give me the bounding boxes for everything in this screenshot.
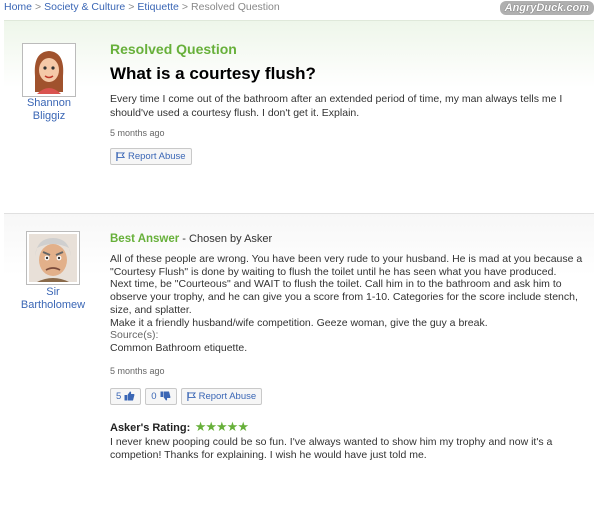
- report-abuse-button[interactable]: Report Abuse: [110, 148, 192, 165]
- breadcrumb-etiquette[interactable]: Etiquette: [137, 1, 178, 13]
- rating-comment: I never knew pooping could be so fun. I'…: [110, 435, 553, 461]
- question-timestamp: 5 months ago: [110, 128, 165, 138]
- flag-icon: [116, 152, 125, 161]
- rating-label: Asker's Rating:: [110, 421, 191, 434]
- question-title: What is a courtesy flush?: [110, 64, 316, 83]
- best-answer-label: Best Answer: [110, 233, 180, 245]
- report-abuse-label: Report Abuse: [128, 151, 186, 162]
- asker-rating: Asker's Rating: ★★★★★: [110, 418, 584, 436]
- thumbs-up-count: 5: [116, 390, 122, 402]
- answer-actions: 5 0 Report Abuse: [110, 387, 584, 405]
- breadcrumb-separator: >: [181, 1, 189, 13]
- asker-last-name[interactable]: Bliggiz: [14, 110, 84, 123]
- answer-content: Best Answer - Chosen by Asker All of the…: [110, 233, 584, 462]
- breadcrumb: Home > Society & Culture > Etiquette > Resolve…: [4, 1, 280, 13]
- report-abuse-label: Report Abuse: [198, 390, 257, 402]
- sources-label: Source(s):: [110, 329, 159, 342]
- asker-first-name[interactable]: Shannon: [14, 97, 84, 110]
- answer-panel: Sir Bartholomew Best Answer - Chosen by …: [4, 213, 594, 521]
- rating-stars: ★★★★★: [194, 418, 249, 434]
- old-man-avatar-icon: [29, 234, 77, 282]
- flag-icon: [186, 391, 196, 401]
- breadcrumb-home[interactable]: Home: [4, 1, 32, 13]
- breadcrumb-separator: >: [35, 1, 42, 13]
- question-body: Every time I come out of the bathroom af…: [110, 93, 563, 119]
- asker-name[interactable]: Shannon Bliggiz: [14, 97, 84, 123]
- thumbs-down-icon: [160, 391, 171, 401]
- answer-timestamp: 5 months ago: [110, 365, 165, 376]
- asker-avatar[interactable]: [22, 43, 76, 97]
- answer-body: All of these people are wrong. You have …: [110, 253, 584, 355]
- best-answer-header: Best Answer - Chosen by Asker: [110, 233, 584, 245]
- answer-paragraph: All of these people are wrong. You have …: [110, 253, 583, 278]
- breadcrumb-separator: >: [128, 1, 135, 13]
- question-panel: Shannon Bliggiz Resolved Question What i…: [4, 20, 594, 211]
- source-text: Common Bathroom etiquette.: [110, 341, 248, 354]
- breadcrumb-current: Resolved Question: [191, 1, 280, 13]
- answer-paragraph: Next time, be "Courteous" and WAIT to fl…: [110, 278, 578, 316]
- thumbs-down-count: 0: [151, 390, 157, 402]
- answerer-last-name[interactable]: Bartholomew: [18, 299, 88, 312]
- answer-paragraph: Make it a friendly husband/wife competit…: [110, 316, 488, 329]
- resolved-status: Resolved Question: [110, 41, 237, 57]
- breadcrumb-society-culture[interactable]: Society & Culture: [44, 1, 125, 13]
- watermark-logo: AngryDuck.com: [499, 1, 594, 15]
- thumbs-up-icon: [124, 391, 135, 401]
- answerer-name[interactable]: Sir Bartholomew: [18, 286, 88, 312]
- report-abuse-button[interactable]: Report Abuse: [180, 387, 263, 405]
- thumbs-down-button[interactable]: 0: [145, 387, 177, 405]
- answerer-avatar[interactable]: [26, 231, 80, 285]
- answerer-first-name[interactable]: Sir: [18, 286, 88, 299]
- chosen-by-label: - Chosen by Asker: [179, 233, 273, 245]
- female-avatar-icon: [25, 46, 73, 94]
- thumbs-up-button[interactable]: 5: [110, 387, 142, 405]
- question-content: Resolved Question What is a courtesy flu…: [110, 41, 584, 166]
